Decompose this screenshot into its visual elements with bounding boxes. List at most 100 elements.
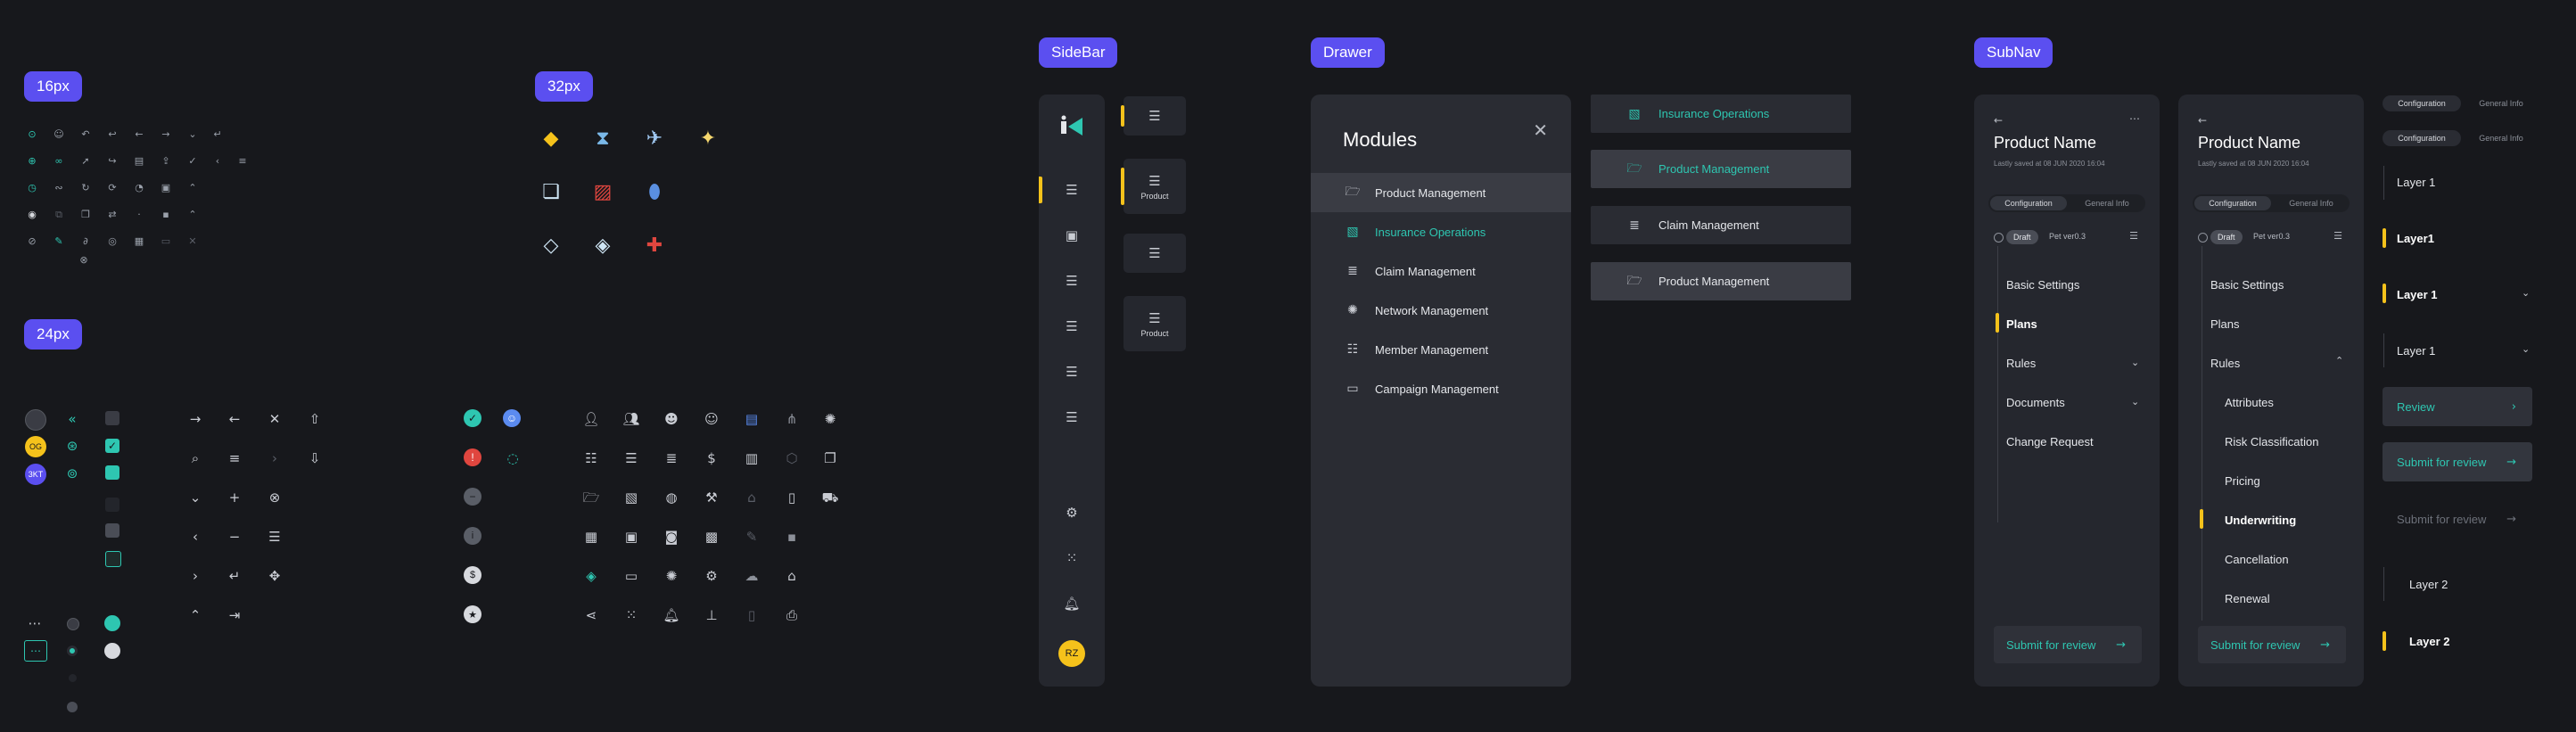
subnav-tag: SubNav [1974,37,2053,68]
sidebar-item-clipboard[interactable]: ▣ [1039,222,1105,249]
sidebar-item-products[interactable]: ☰ [1039,177,1105,203]
sidebar-item-list-3[interactable]: ☰ [1039,358,1105,385]
nav-item-plans[interactable]: Plans [2210,317,2240,331]
nav-item-plans[interactable]: Plans [2006,317,2037,331]
nav-subitem-cancellation[interactable]: Cancellation [2225,553,2289,566]
radio-unchecked[interactable] [67,618,79,630]
back-arrow-icon[interactable]: ← [1994,114,2003,127]
more-horizontal-icon[interactable]: ⋯ [2129,112,2140,125]
avatar-numeric: 3KT [25,464,46,485]
plane-icon: ✈ [646,127,663,150]
chevron-up-icon[interactable]: ⌃ [2335,355,2343,366]
more-button-focus[interactable]: ⋯ [24,640,47,662]
person-icon: 👤︎ [582,410,600,427]
sidebar-item-list-2[interactable]: ☰ [1039,313,1105,340]
reply-icon: ↩ [108,127,117,140]
nav-subitem-underwriting[interactable]: Underwriting [2225,514,2296,527]
drawer-tile-insurance-operations[interactable]: ▧ Insurance Operations [1591,95,1851,133]
checkbox-unchecked[interactable] [105,411,119,425]
nav-item-rules[interactable]: Rules [2210,357,2240,370]
avatar-large: OG [25,436,46,457]
send-icon: ➚ [81,154,90,167]
toggle-light-icon [104,643,120,659]
drawer-item-campaign-management[interactable]: ▭ Campaign Management [1311,369,1571,408]
user-avatar[interactable]: RZ [1058,640,1085,667]
tab-switch-variant: Configuration General Info [2383,95,2534,111]
nav-subitem-renewal[interactable]: Renewal [2225,592,2270,605]
print-icon: ⎙ [786,606,797,623]
folder-icon: 🗁︎ [1345,185,1361,199]
chevron-down-icon[interactable]: ⌄ [2522,287,2530,299]
layer2-item[interactable]: Layer 2 [2409,578,2448,591]
chevron-down-icon: ⌄ [189,489,202,506]
tab-general-info[interactable]: General Info [2070,196,2144,210]
ticket-icon: ▭ [624,567,638,584]
nav-item-rules[interactable]: Rules [2006,357,2036,370]
layer-item-expandable[interactable]: Layer 1 [2397,344,2435,358]
filter-icon[interactable]: ☰ [2333,230,2342,242]
submit-label: Submit for review [2210,637,2300,652]
tag-icon: ◆ [543,127,559,150]
tab-configuration[interactable]: Configuration [2194,196,2271,210]
clipboard-list-icon: ▦ [584,528,598,545]
donut-icon: ◍ [665,489,678,506]
close-icon[interactable]: ✕ [1533,119,1548,141]
drawer-item-claim-management[interactable]: ≣ Claim Management [1311,251,1571,291]
nav-item-basic-settings[interactable]: Basic Settings [2210,278,2284,292]
nav-subitem-pricing[interactable]: Pricing [2225,474,2260,488]
chevron-down-icon[interactable]: ⌄ [2131,357,2139,368]
nav-subitem-attributes[interactable]: Attributes [2225,396,2274,409]
nav-item-documents[interactable]: Documents [2006,396,2065,409]
arrow-right-icon: → [2320,637,2330,652]
library-icon: ▧ [1628,106,1641,121]
nav-item-change-request[interactable]: Change Request [2006,435,2094,448]
sidebar-card-active[interactable]: ☰ [1121,96,1186,136]
layer-guide-line [2383,166,2384,200]
documents-icon: ❏ [542,181,560,203]
info-circle-icon: i [464,527,481,545]
sidebar-card[interactable]: ☰ [1123,234,1186,273]
tab-configuration[interactable]: Configuration [2383,95,2461,111]
radio-checked[interactable] [67,646,78,656]
chevron-down-icon[interactable]: ⌄ [2522,343,2530,355]
sidebar-item-settings[interactable]: ⚙︎ [1039,499,1105,526]
layer2-item-active[interactable]: Layer 2 [2409,635,2450,648]
layer-item-active[interactable]: Layer1 [2397,232,2434,245]
drawer-item-product-management[interactable]: 🗁︎ Product Management [1311,173,1571,212]
drawer-item-insurance-operations[interactable]: ▧ Insurance Operations [1311,212,1571,251]
product-name: Product Name [2198,134,2301,152]
submit-for-review-button[interactable]: Submit for review → [1994,626,2142,663]
sidebar-item-notifications[interactable]: 🔔︎ [1039,590,1105,617]
tab-general-info[interactable]: General Info [2275,196,2348,210]
layer-guide-line [2383,567,2384,601]
nav-subitem-risk-classification[interactable]: Risk Classification [2225,435,2318,448]
drawer-tile-label: Claim Management [1658,218,1759,232]
sidebar-card-active-labeled[interactable]: ☰ Product [1121,159,1186,214]
drawer-tile-claim-management[interactable]: ≣ Claim Management [1591,206,1851,244]
back-arrow-icon[interactable]: ← [2198,114,2207,127]
checkbox-indeterminate[interactable] [105,465,119,480]
document-alert-icon: ▨ [593,181,613,203]
tab-general-info[interactable]: General Info [2468,95,2534,111]
sidebar-item-list-4[interactable]: ☰ [1039,404,1105,431]
nav-item-basic-settings[interactable]: Basic Settings [2006,278,2079,292]
filter-icon[interactable]: ☰ [2129,230,2138,242]
tab-configuration[interactable]: Configuration [2383,130,2461,146]
drawer-tile-product-management-active[interactable]: 🗁︎ Product Management [1591,150,1851,188]
layer-item[interactable]: Layer 1 [2397,176,2435,189]
checkbox-checked[interactable]: ✓ [105,439,119,453]
submit-for-review-button[interactable]: Submit for review → [2198,626,2346,663]
tab-configuration[interactable]: Configuration [1990,196,2067,210]
sidebar-item-apps[interactable]: ⁙ [1039,545,1105,572]
drawer-item-label: Campaign Management [1375,382,1499,396]
chevron-down-icon[interactable]: ⌄ [2131,396,2139,407]
sidebar-item-list-1[interactable]: ☰ [1039,267,1105,294]
drawer-item-network-management[interactable]: ✺ Network Management [1311,291,1571,330]
tab-general-info[interactable]: General Info [2468,130,2534,146]
layer-item-expandable-active[interactable]: Layer 1 [2397,288,2438,301]
drawer-tile-product-management[interactable]: 🗁︎ Product Management [1591,262,1851,300]
submit-for-review-button-hover[interactable]: Submit for review → [2383,442,2532,481]
review-button[interactable]: Review › [2383,387,2532,426]
sidebar-card-labeled[interactable]: ☰ Product [1123,296,1186,351]
drawer-item-member-management[interactable]: ☷ Member Management [1311,330,1571,369]
